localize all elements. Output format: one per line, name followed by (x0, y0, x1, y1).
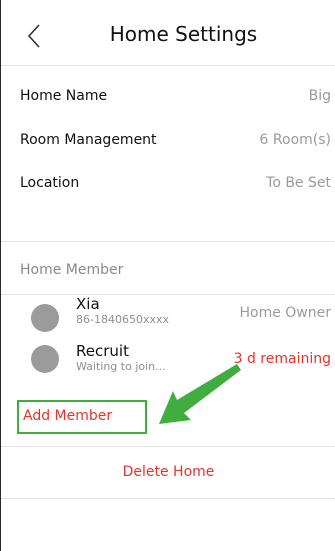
avatar (31, 345, 59, 373)
location-value: To Be Set (266, 175, 331, 191)
home-name-label: Home Name (20, 88, 108, 104)
member-item-xia[interactable]: Xia 86-1840650xxxx Home Owner (1, 287, 335, 332)
delete-home-button[interactable]: Delete Home (1, 447, 335, 499)
location-label: Location (20, 175, 80, 191)
section-divider (1, 498, 335, 499)
back-button[interactable] (23, 22, 47, 50)
avatar (31, 304, 59, 332)
room-management-label: Room Management (20, 132, 157, 148)
page-title: Home Settings (109, 22, 258, 46)
member-role: Home Owner (239, 305, 331, 321)
home-member-section-title: Home Member (20, 262, 124, 278)
chevron-left-icon (27, 24, 40, 48)
member-phone: 86-1840650xxxx (76, 313, 169, 326)
member-name: Recruit (76, 342, 129, 360)
header-bar: Home Settings (1, 0, 335, 66)
add-member-button[interactable]: Add Member (17, 400, 147, 434)
room-management-row[interactable]: Room Management 6 Room(s) (1, 122, 335, 164)
home-name-row[interactable]: Home Name Big (1, 78, 335, 120)
member-name: Xia (76, 295, 100, 313)
home-settings-screen: Home Settings Home Name Big Room Managem… (0, 0, 335, 551)
home-name-value: Big (308, 88, 331, 104)
location-row[interactable]: Location To Be Set (1, 165, 335, 207)
section-divider (1, 241, 335, 242)
room-management-value: 6 Room(s) (259, 132, 331, 148)
pointer-arrow-icon (159, 364, 241, 424)
